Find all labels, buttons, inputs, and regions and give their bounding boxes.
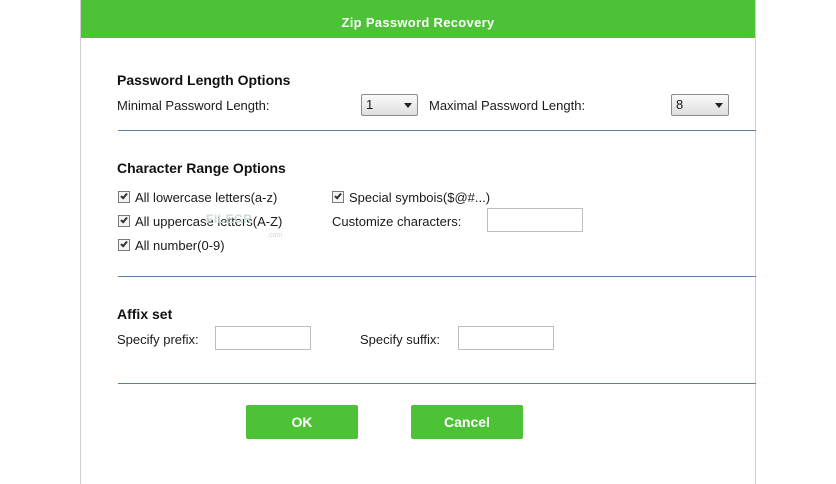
window-title: Zip Password Recovery [341,15,495,30]
title-bar[interactable]: Zip Password Recovery [81,0,755,38]
chevron-down-icon [404,103,412,108]
chevron-down-icon [715,103,723,108]
special-symbols-checkbox[interactable] [332,191,344,203]
ok-button[interactable]: OK [246,405,358,439]
divider [118,383,756,384]
checkmark-icon [120,215,128,224]
max-length-label: Maximal Password Length: [429,98,586,113]
uppercase-checkbox[interactable] [118,215,130,227]
special-symbols-label: Special symbois($@#...) [349,190,491,205]
lowercase-checkbox[interactable] [118,191,130,203]
checkmark-icon [120,239,128,248]
suffix-input[interactable] [458,326,554,350]
lowercase-label: All lowercase letters(a-z) [135,190,278,205]
customize-characters-input[interactable] [487,208,583,232]
prefix-label: Specify prefix: [117,332,199,347]
checkmark-icon [120,191,128,200]
min-length-label: Minimal Password Length: [117,98,270,113]
min-length-select[interactable]: 1 [361,94,418,116]
numbers-label: All number(0-9) [135,238,225,253]
max-length-select[interactable]: 8 [671,94,729,116]
watermark-suffix: .com [267,232,283,239]
zip-password-recovery-dialog: Zip Password Recovery Password Length Op… [80,0,756,484]
min-length-value: 1 [366,97,374,112]
affix-set-heading: Affix set [117,306,173,322]
suffix-label: Specify suffix: [360,332,440,347]
max-length-value: 8 [676,97,684,112]
password-length-heading: Password Length Options [117,72,291,88]
prefix-input[interactable] [215,326,311,350]
character-range-heading: Character Range Options [117,160,286,176]
customize-characters-label: Customize characters: [332,214,462,229]
divider [118,130,756,131]
numbers-checkbox[interactable] [118,239,130,251]
watermark-logo: FILECR [206,212,253,226]
checkmark-icon [334,191,342,200]
divider [118,276,756,277]
cancel-button[interactable]: Cancel [411,405,523,439]
